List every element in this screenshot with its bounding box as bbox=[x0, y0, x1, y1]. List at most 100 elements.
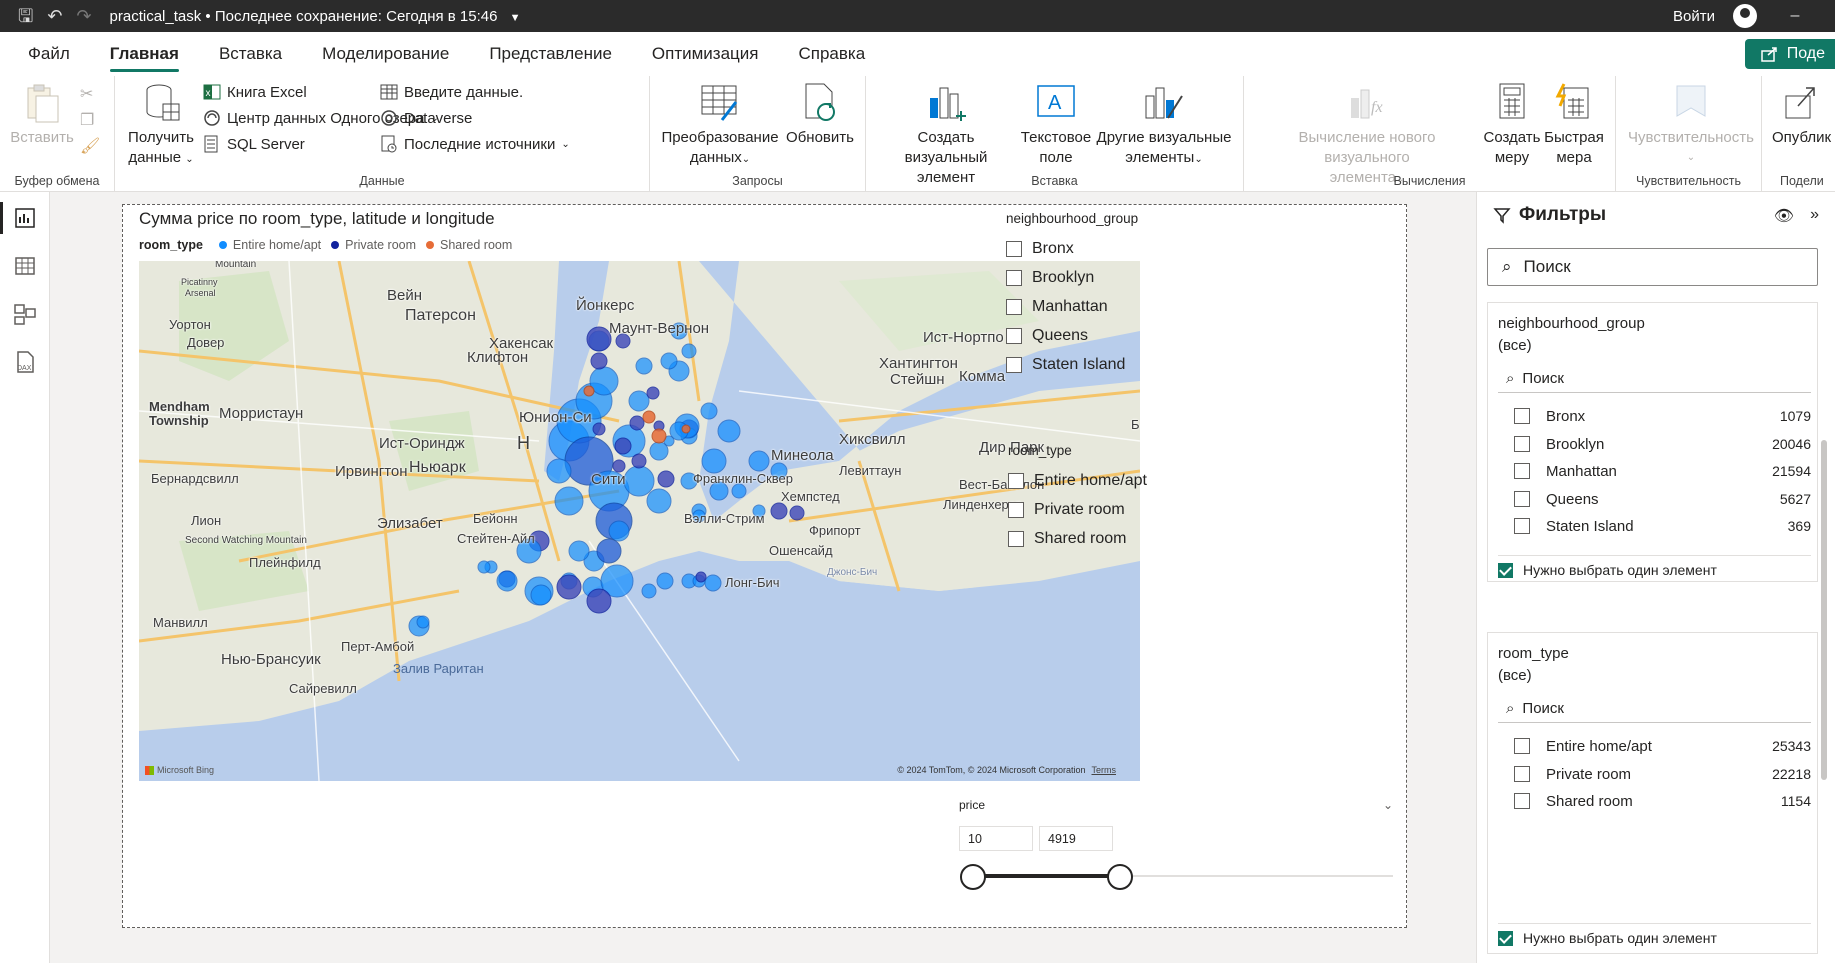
single-select-toggle[interactable]: Нужно выбрать один элемент bbox=[1498, 927, 1717, 949]
checkbox[interactable] bbox=[1008, 472, 1024, 489]
transform-data-button[interactable]: Преобразование данных⌄ bbox=[660, 82, 780, 170]
report-view-icon[interactable] bbox=[0, 202, 37, 234]
price-max-input[interactable]: 4919 bbox=[1039, 826, 1113, 851]
more-visuals-button[interactable]: Другие визуальные элементы⌄ bbox=[1094, 82, 1234, 170]
checkbox[interactable] bbox=[1006, 327, 1022, 344]
tab-modeling[interactable]: Моделирование bbox=[322, 34, 449, 74]
table-view-icon[interactable] bbox=[13, 254, 37, 278]
paste-button[interactable]: Вставить bbox=[10, 82, 74, 148]
slicer-item[interactable]: Shared room bbox=[1008, 524, 1147, 553]
slicer-item[interactable]: Staten Island bbox=[1006, 350, 1138, 379]
dax-query-view-icon[interactable]: DAX bbox=[13, 350, 37, 374]
filter-item[interactable]: Bronx 1079 bbox=[1498, 404, 1811, 428]
model-view-icon[interactable] bbox=[13, 302, 37, 326]
eye-icon[interactable]: 👁 bbox=[1774, 206, 1794, 226]
checkbox[interactable] bbox=[1006, 298, 1022, 315]
slider-handle-min[interactable] bbox=[960, 864, 986, 890]
ribbon: Вставить ✂ ❐ 🖌 Буфер обмена Получить дан… bbox=[0, 76, 1835, 192]
cut-icon[interactable]: ✂ bbox=[80, 84, 93, 104]
get-data-button[interactable]: Получить данные ⌄ bbox=[125, 82, 197, 170]
new-measure-button[interactable]: Создать меру bbox=[1482, 82, 1542, 168]
checkbox[interactable] bbox=[1514, 518, 1530, 534]
minimize-button[interactable]: – bbox=[1775, 7, 1815, 25]
chevron-down-icon[interactable]: ⌄ bbox=[1383, 798, 1393, 812]
slicer-item[interactable]: Manhattan bbox=[1006, 292, 1138, 321]
checkbox[interactable] bbox=[1514, 436, 1530, 452]
tab-insert[interactable]: Вставка bbox=[219, 34, 282, 74]
slicer-item[interactable]: Brooklyn bbox=[1006, 263, 1138, 292]
filter-search[interactable]: ⌕ Поиск bbox=[1498, 365, 1811, 393]
filter-search[interactable]: ⌕ Поиск bbox=[1498, 695, 1811, 723]
document-title[interactable]: practical_task • Последнее сохранение: С… bbox=[110, 8, 521, 25]
price-min-input[interactable]: 10 bbox=[959, 826, 1033, 851]
filter-item[interactable]: Queens 5627 bbox=[1498, 487, 1811, 511]
map-legend: room_type Entire home/apt Private room S… bbox=[139, 238, 512, 252]
search-icon: ⌕ bbox=[1506, 700, 1515, 717]
filters-scrollbar[interactable] bbox=[1820, 300, 1828, 940]
copy-icon[interactable]: ❐ bbox=[80, 110, 94, 130]
checkbox[interactable] bbox=[1514, 463, 1530, 479]
checkbox[interactable] bbox=[1514, 793, 1530, 809]
undo-icon[interactable]: ↶ bbox=[47, 7, 62, 25]
sign-in-link[interactable]: Войти bbox=[1673, 8, 1715, 25]
checkbox[interactable] bbox=[1006, 240, 1022, 257]
slider-handle-max[interactable] bbox=[1107, 864, 1133, 890]
sensitivity-button[interactable]: Чувствительность ⌄ bbox=[1626, 82, 1756, 168]
single-select-toggle[interactable]: Нужно выбрать один элемент bbox=[1498, 559, 1717, 581]
tab-optimize[interactable]: Оптимизация bbox=[652, 34, 759, 74]
tab-home[interactable]: Главная bbox=[109, 34, 180, 74]
filter-item[interactable]: Private room 22218 bbox=[1498, 762, 1811, 786]
publish-button[interactable]: Опублик bbox=[1772, 82, 1835, 148]
checkbox[interactable] bbox=[1514, 491, 1530, 507]
excel-workbook-button[interactable]: x Книга Excel bbox=[203, 83, 307, 101]
collapse-icon[interactable]: » bbox=[1810, 206, 1819, 226]
filter-item[interactable]: Manhattan 21594 bbox=[1498, 459, 1811, 483]
filter-item[interactable]: Entire home/apt 25343 bbox=[1498, 734, 1811, 758]
filters-search-input[interactable]: ⌕ Поиск bbox=[1487, 248, 1818, 286]
textbox-button[interactable]: A Текстовое поле bbox=[1018, 82, 1094, 168]
format-painter-icon[interactable]: 🖌 bbox=[80, 136, 100, 156]
map-label: Н bbox=[517, 433, 530, 453]
filter-item[interactable]: Shared room 1154 bbox=[1498, 789, 1811, 813]
slicer-item[interactable]: Queens bbox=[1006, 321, 1138, 350]
enter-data-button[interactable]: Введите данные. bbox=[380, 83, 523, 101]
sql-server-button[interactable]: SQL Server bbox=[203, 135, 305, 153]
save-icon[interactable]: 🖫 bbox=[18, 7, 33, 25]
checkbox-checked[interactable] bbox=[1498, 930, 1513, 946]
group-sensitivity: Чувствительность ⌄ Чувствительность bbox=[1616, 76, 1762, 192]
tab-help[interactable]: Справка bbox=[799, 34, 866, 74]
checkbox[interactable] bbox=[1008, 530, 1024, 547]
legend-item-shared[interactable]: Shared room bbox=[440, 238, 512, 252]
checkbox[interactable] bbox=[1514, 766, 1530, 782]
checkbox[interactable] bbox=[1006, 269, 1022, 286]
filter-card-neighbourhood[interactable]: neighbourhood_group (все) ⌕ Поиск Bronx 1… bbox=[1487, 302, 1818, 582]
map-visual[interactable]: Вейн Патерсон Йонкерс Маунт-Вернон Ист-Н… bbox=[139, 261, 1140, 781]
dataverse-button[interactable]: Dataverse bbox=[380, 109, 472, 127]
tab-file[interactable]: Файл bbox=[28, 34, 70, 74]
share-button[interactable]: Поде bbox=[1744, 39, 1835, 69]
terms-link[interactable]: Terms bbox=[1092, 765, 1117, 775]
checkbox[interactable] bbox=[1008, 501, 1024, 518]
new-visual-button[interactable]: Создать визуальный элемент bbox=[876, 82, 1016, 188]
tab-view[interactable]: Представление bbox=[489, 34, 612, 74]
checkbox[interactable] bbox=[1006, 356, 1022, 373]
filter-card-room-type[interactable]: room_type (все) ⌕ Поиск Entire home/apt 2… bbox=[1487, 632, 1818, 954]
checkbox[interactable] bbox=[1514, 738, 1530, 754]
quick-measure-icon bbox=[1554, 82, 1594, 124]
filter-item[interactable]: Brooklyn 20046 bbox=[1498, 432, 1811, 456]
slicer-item[interactable]: Private room bbox=[1008, 495, 1147, 524]
legend-item-private[interactable]: Private room bbox=[345, 238, 416, 252]
filter-item[interactable]: Staten Island 369 bbox=[1498, 514, 1811, 538]
redo-icon[interactable]: ↷ bbox=[76, 7, 91, 25]
checkbox[interactable] bbox=[1514, 408, 1530, 424]
quick-measure-button[interactable]: Быстрая мера bbox=[1542, 82, 1606, 168]
avatar[interactable] bbox=[1733, 4, 1757, 28]
recent-sources-button[interactable]: Последние источники ⌄ bbox=[380, 135, 570, 153]
checkbox-checked[interactable] bbox=[1498, 562, 1513, 578]
legend-item-entire[interactable]: Entire home/apt bbox=[233, 238, 321, 252]
group-share: Опублик Подели bbox=[1762, 76, 1835, 192]
slicer-item[interactable]: Bronx bbox=[1006, 234, 1138, 263]
refresh-button[interactable]: Обновить bbox=[782, 82, 858, 148]
slicer-item[interactable]: Entire home/apt bbox=[1008, 466, 1147, 495]
scrollbar-thumb[interactable] bbox=[1821, 440, 1827, 780]
